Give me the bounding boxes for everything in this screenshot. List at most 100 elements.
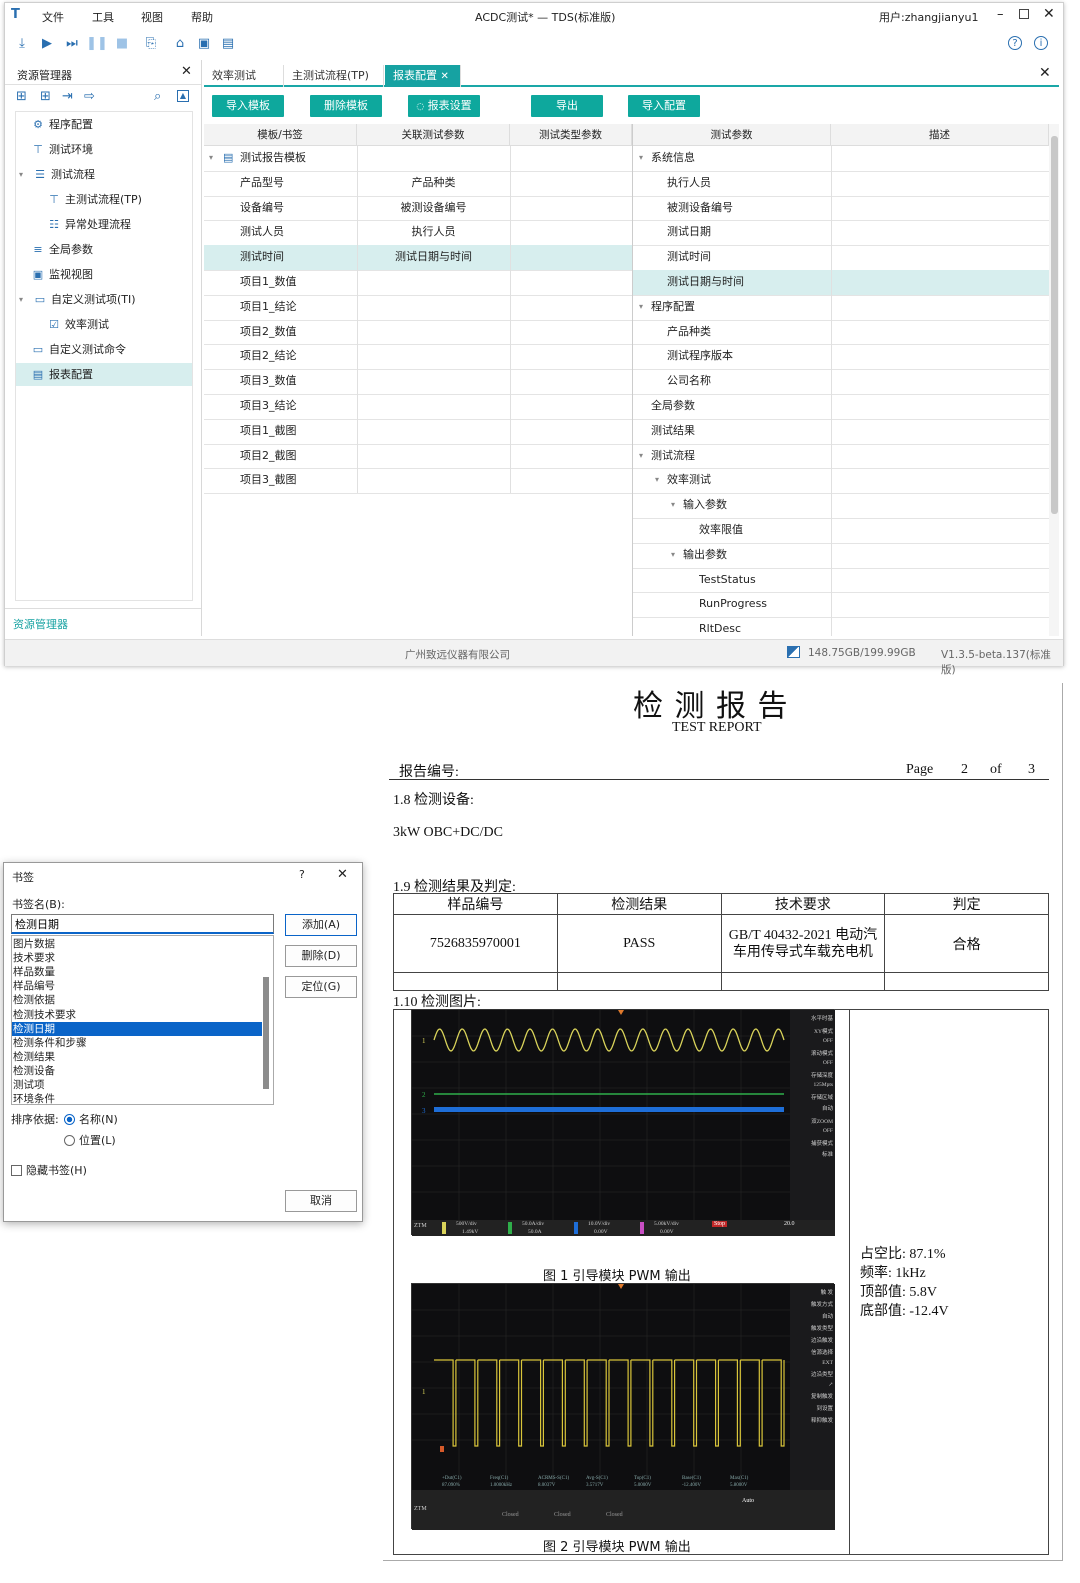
- play-icon[interactable]: ▶: [38, 34, 56, 52]
- table-row[interactable]: 项目1_截图: [204, 419, 632, 444]
- col-header-param[interactable]: 关联测试参数: [357, 124, 510, 146]
- tree-test-env[interactable]: ⊤ 测试环境: [31, 140, 93, 160]
- table-row[interactable]: 项目3_结论: [204, 394, 632, 419]
- sort-by-name-radio[interactable]: 名称(N): [64, 1111, 118, 1127]
- list-item[interactable]: 检测日期: [12, 1021, 262, 1036]
- tab-main-flow[interactable]: 主测试流程(TP): [284, 65, 384, 87]
- tree-program-config[interactable]: ⚙ 程序配置: [31, 115, 93, 135]
- tab-report-config[interactable]: 报表配置 ✕: [385, 65, 461, 87]
- tree-exception-flow[interactable]: ☷ 异常处理流程: [47, 215, 131, 235]
- chevron-down-icon[interactable]: ▾: [639, 146, 643, 170]
- export-button[interactable]: 导出: [531, 95, 603, 117]
- tree-global-params[interactable]: ≡ 全局参数: [31, 240, 93, 260]
- tree-custom-test-items[interactable]: ▾ ▭ 自定义测试项(TI): [19, 290, 136, 310]
- table-row[interactable]: 被测设备编号: [633, 196, 1049, 221]
- explorer-bottom-tab[interactable]: 资源管理器: [13, 616, 68, 632]
- dialog-help-button[interactable]: ?: [299, 868, 305, 881]
- list-item[interactable]: 检测条件和步骤: [12, 1036, 262, 1050]
- chevron-down-icon[interactable]: ▾: [19, 165, 29, 185]
- close-icon[interactable]: ✕: [1043, 6, 1055, 22]
- table-row[interactable]: 测试程序版本: [633, 344, 1049, 369]
- search-icon[interactable]: ⌕: [154, 89, 161, 104]
- report-icon[interactable]: ▤: [219, 34, 237, 52]
- table-row[interactable]: 项目3_数值: [204, 369, 632, 394]
- menu-view[interactable]: 视图: [141, 9, 163, 25]
- dialog-close-icon[interactable]: ✕: [337, 867, 348, 882]
- table-row[interactable]: 测试日期与时间: [633, 270, 1049, 295]
- chevron-down-icon[interactable]: ▾: [655, 468, 659, 492]
- table-row[interactable]: ▾ 输出参数: [633, 543, 1049, 568]
- table-row[interactable]: 测试人员 执行人员: [204, 220, 632, 245]
- scrollbar-thumb[interactable]: [1051, 136, 1058, 514]
- chevron-down-icon[interactable]: ▾: [209, 146, 213, 170]
- info-icon[interactable]: i: [1034, 36, 1048, 50]
- table-row[interactable]: ▾ 效率测试: [633, 468, 1049, 493]
- cancel-button[interactable]: 取消: [285, 1190, 357, 1212]
- add-root-icon[interactable]: ⊞: [16, 89, 27, 104]
- import-config-button[interactable]: 导入配置: [628, 95, 700, 117]
- table-row[interactable]: RunProgress: [633, 592, 1049, 617]
- menu-help[interactable]: 帮助: [191, 9, 213, 25]
- chevron-down-icon[interactable]: ▾: [671, 543, 675, 567]
- table-row[interactable]: 效率限值: [633, 518, 1049, 543]
- table-row[interactable]: 产品型号 产品种类: [204, 171, 632, 196]
- panel-close-icon[interactable]: ✕: [1039, 65, 1051, 81]
- list-item[interactable]: 测试项: [12, 1078, 262, 1092]
- sort-by-position-radio[interactable]: 位置(L): [64, 1132, 116, 1148]
- table-row[interactable]: 测试结果: [633, 419, 1049, 444]
- table-row[interactable]: 全局参数: [633, 394, 1049, 419]
- chevron-down-icon[interactable]: ▾: [19, 290, 29, 310]
- table-row[interactable]: 测试日期: [633, 220, 1049, 245]
- table-row[interactable]: 执行人员: [633, 171, 1049, 196]
- table-row[interactable]: 项目2_数值: [204, 320, 632, 345]
- import-icon[interactable]: ⇥: [62, 89, 73, 104]
- chevron-down-icon[interactable]: ▾: [639, 444, 643, 468]
- maximize-icon[interactable]: [1019, 9, 1029, 19]
- list-item[interactable]: 图片数据: [12, 937, 262, 951]
- tab-efficiency-test[interactable]: 效率测试: [204, 65, 284, 87]
- collapse-icon[interactable]: ▲: [177, 90, 189, 102]
- tab-close-icon[interactable]: ✕: [441, 71, 449, 82]
- list-scrollbar-thumb[interactable]: [263, 977, 269, 1089]
- menu-file[interactable]: 文件: [42, 9, 64, 25]
- add-bookmark-button[interactable]: 添加(A): [285, 914, 357, 936]
- list-item[interactable]: 技术要求: [12, 951, 262, 965]
- pause-icon[interactable]: ❚❚: [86, 34, 108, 52]
- col-header-test-param[interactable]: 测试参数: [633, 124, 831, 146]
- delete-template-button[interactable]: 删除模板: [310, 95, 382, 117]
- list-item[interactable]: 环境条件: [12, 1092, 262, 1106]
- table-row[interactable]: 测试时间 测试日期与时间: [204, 245, 632, 270]
- home-icon[interactable]: ⌂: [171, 34, 189, 52]
- monitor-icon[interactable]: ▣: [195, 34, 213, 52]
- add-child-icon[interactable]: ⊞: [40, 89, 51, 104]
- list-item[interactable]: 样品编号: [12, 979, 262, 993]
- list-item[interactable]: 检测结果: [12, 1050, 262, 1064]
- table-row[interactable]: 设备编号 被测设备编号: [204, 196, 632, 221]
- step-icon[interactable]: ⏭: [63, 34, 81, 52]
- col-header-desc[interactable]: 描述: [831, 124, 1049, 146]
- list-item[interactable]: 检测技术要求: [12, 1008, 262, 1022]
- list-item[interactable]: 检测设备: [12, 1064, 262, 1078]
- table-row[interactable]: ▾ 系统信息: [633, 146, 1049, 171]
- export-icon[interactable]: ⎘: [142, 34, 160, 52]
- import-template-button[interactable]: 导入模板: [212, 95, 284, 117]
- tree-main-flow[interactable]: ⊤ 主测试流程(TP): [47, 190, 142, 210]
- tree-efficiency-test[interactable]: ☑ 效率测试: [47, 315, 109, 335]
- table-row[interactable]: 项目1_数值: [204, 270, 632, 295]
- bookmark-name-input[interactable]: [11, 914, 274, 934]
- table-row[interactable]: 公司名称: [633, 369, 1049, 394]
- download-icon[interactable]: ⤓: [13, 34, 31, 52]
- tree-monitor-view[interactable]: ▣ 监视视图: [31, 265, 93, 285]
- table-row[interactable]: 项目1_结论: [204, 295, 632, 320]
- table-row[interactable]: ▾ 输入参数: [633, 493, 1049, 518]
- chevron-down-icon[interactable]: ▾: [639, 295, 643, 319]
- list-item[interactable]: 检测依据: [12, 993, 262, 1007]
- delete-bookmark-button[interactable]: 删除(D): [285, 945, 357, 967]
- list-item[interactable]: 样品数量: [12, 965, 262, 979]
- col-header-bookmark[interactable]: 模板/书签: [204, 124, 357, 146]
- help-icon[interactable]: ?: [1008, 36, 1022, 50]
- table-row[interactable]: ▾ 程序配置: [633, 295, 1049, 320]
- export-icon[interactable]: ⇨: [84, 89, 95, 104]
- table-row[interactable]: ▾ 测试流程: [633, 444, 1049, 469]
- tree-report-config[interactable]: ▤ 报表配置: [16, 363, 192, 386]
